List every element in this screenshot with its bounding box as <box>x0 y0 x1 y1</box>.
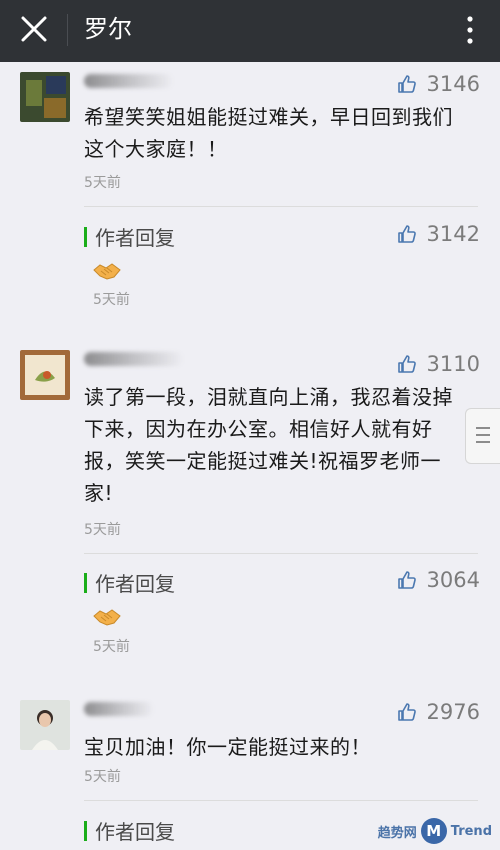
author-reply-label: 作者回复 <box>84 222 175 251</box>
reply-time: 5天前 <box>93 639 130 655</box>
comment-text: 宝贝加油！你一定能挺过来的！ <box>84 735 371 759</box>
like-button[interactable]: 3142 <box>397 222 480 246</box>
handshake-icon <box>93 263 121 280</box>
like-count: 3064 <box>426 568 480 592</box>
reply-indicator <box>84 572 87 593</box>
like-count: 2976 <box>426 700 480 724</box>
author-reply-label: 作者回复 <box>84 568 175 597</box>
like-button[interactable]: 3064 <box>397 568 480 592</box>
comment-time: 5天前 <box>84 175 121 191</box>
like-count: 3110 <box>426 352 480 376</box>
author-reply-label: 作者回复 <box>84 816 175 845</box>
avatar[interactable] <box>20 72 70 122</box>
title-divider <box>67 14 68 46</box>
scroll-handle[interactable] <box>465 408 500 464</box>
divider <box>84 553 478 554</box>
reply-indicator <box>84 820 87 841</box>
more-menu-icon[interactable] <box>458 14 482 46</box>
thumbs-up-icon <box>397 225 416 243</box>
comment-time: 5天前 <box>84 522 121 538</box>
like-button[interactable]: 3110 <box>397 352 480 376</box>
commenter-name <box>84 74 174 88</box>
watermark-badge: M <box>420 818 447 844</box>
divider <box>84 800 478 801</box>
watermark-logo: 趋势网 M Trend <box>378 818 492 844</box>
like-count: 3142 <box>426 222 480 246</box>
thumbs-up-icon <box>397 75 416 93</box>
avatar[interactable] <box>20 700 70 750</box>
top-bar: 罗尔 <box>0 0 500 62</box>
page-title: 罗尔 <box>84 15 132 43</box>
close-icon[interactable] <box>18 13 50 45</box>
comment-text: 希望笑笑姐姐能挺过难关，早日回到我们这个大家庭！！ <box>84 105 453 161</box>
comment-time: 5天前 <box>84 769 121 785</box>
like-button[interactable]: 2976 <box>397 700 480 724</box>
thumbs-up-icon <box>397 355 416 373</box>
commenter-name <box>84 702 154 716</box>
reply-indicator <box>84 226 87 247</box>
avatar[interactable] <box>20 350 70 400</box>
divider <box>84 206 478 207</box>
commenter-name <box>84 352 184 366</box>
like-button[interactable]: 3146 <box>397 72 480 96</box>
thumbs-up-icon <box>397 703 416 721</box>
handshake-icon <box>93 609 121 626</box>
reply-time: 5天前 <box>93 292 130 308</box>
thumbs-up-icon <box>397 571 416 589</box>
comment-text: 读了第一段，泪就直向上涌，我忍着没掉下来，因为在办公室。相信好人就有好报，笑笑一… <box>84 385 453 505</box>
like-count: 3146 <box>426 72 480 96</box>
